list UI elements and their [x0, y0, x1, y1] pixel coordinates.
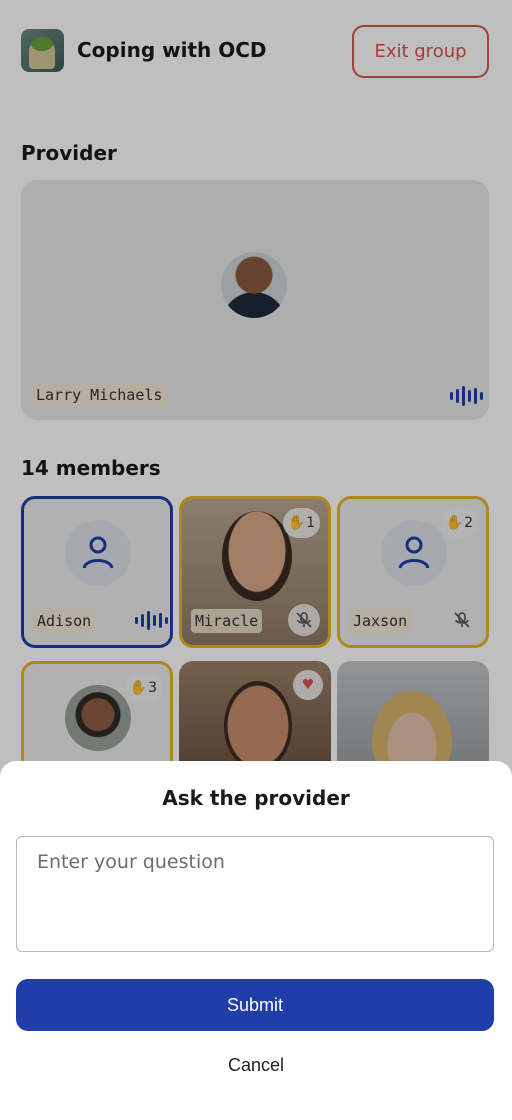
question-input[interactable]: [16, 836, 494, 952]
ask-provider-sheet: Ask the provider Submit Cancel: [0, 761, 512, 1120]
submit-button[interactable]: Submit: [16, 979, 494, 1031]
sheet-title: Ask the provider: [162, 786, 350, 810]
cancel-button[interactable]: Cancel: [0, 1055, 512, 1076]
